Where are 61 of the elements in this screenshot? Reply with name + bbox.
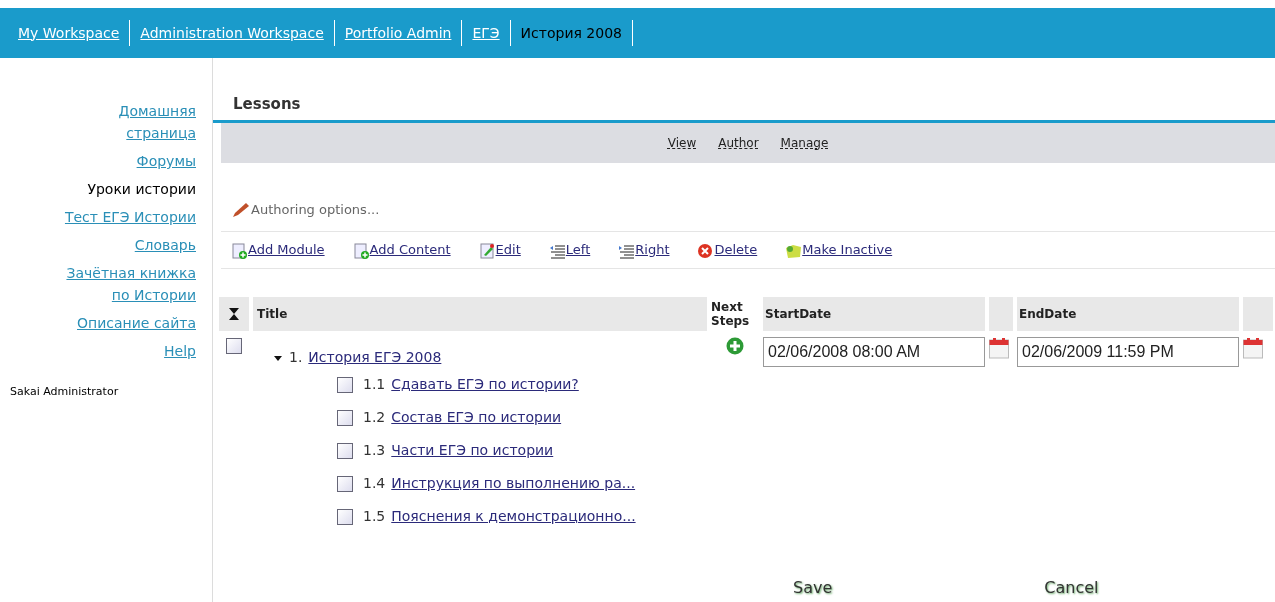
folder-icon xyxy=(785,242,803,260)
date-field[interactable]: 02/06/2008 08:00 AM xyxy=(763,337,985,367)
page-add-icon xyxy=(231,242,248,260)
checkbox[interactable] xyxy=(226,338,242,354)
item-number: 1.5 xyxy=(363,507,386,526)
page-edit-icon xyxy=(478,242,496,260)
sidebar-link[interactable]: Словарь xyxy=(134,234,196,256)
expand-arrow-icon[interactable] xyxy=(273,353,283,362)
add-icon[interactable] xyxy=(726,337,744,355)
checkbox[interactable] xyxy=(337,409,353,426)
lesson-link[interactable]: Части ЕГЭ по истории xyxy=(391,440,554,461)
lesson-link[interactable]: Сдавать ЕГЭ по истории? xyxy=(391,374,579,395)
checkbox[interactable] xyxy=(337,442,353,459)
lesson-link[interactable]: История ЕГЭ 2008 xyxy=(308,347,442,368)
item-number: 1. xyxy=(289,348,303,367)
form-button[interactable]: Save xyxy=(793,576,833,600)
checkbox[interactable] xyxy=(337,475,353,492)
toolbar-link[interactable]: Add Module xyxy=(231,240,325,260)
calendar-icon[interactable] xyxy=(1243,337,1263,359)
indent-icon xyxy=(618,242,636,260)
sidebar-link[interactable]: Форумы xyxy=(136,150,196,172)
sidebar-link[interactable]: Тест ЕГЭ Истории xyxy=(64,206,196,228)
checkbox[interactable] xyxy=(337,508,353,525)
item-number: 1.2 xyxy=(363,408,386,427)
nav-link[interactable]: View xyxy=(667,134,697,152)
lesson-link[interactable]: Инструкция по выполнению ра... xyxy=(391,473,636,494)
nav-link[interactable]: Manage xyxy=(780,134,829,152)
sort-icon[interactable] xyxy=(229,308,239,320)
sidebar-link[interactable]: Описание сайта xyxy=(77,312,196,334)
pencil-icon xyxy=(231,202,251,218)
item-number: 1.4 xyxy=(363,474,386,493)
toolbar-link[interactable]: Make Inactive xyxy=(785,240,893,260)
item-number: 1.1 xyxy=(363,375,386,394)
toolbar-link[interactable]: Left xyxy=(548,240,591,260)
column-header: StartDate xyxy=(765,306,832,323)
form-button[interactable]: Cancel xyxy=(1044,576,1099,600)
sidebar-link[interactable]: Зачётная книжка по Истории xyxy=(56,262,196,306)
toolbar-link[interactable]: Right xyxy=(618,240,670,260)
checkbox[interactable] xyxy=(337,376,353,393)
tool-title: Lessons xyxy=(232,95,301,113)
toolbar-link[interactable]: Add Content xyxy=(352,240,451,260)
outdent-icon xyxy=(548,242,566,260)
column-header: Title xyxy=(257,306,288,323)
nav-link[interactable]: Author xyxy=(718,134,759,152)
toolbar-link[interactable]: Delete xyxy=(697,240,758,260)
site-tab[interactable]: История 2008 xyxy=(510,22,632,44)
toolbar-link[interactable]: Edit xyxy=(478,240,521,260)
sidebar-link[interactable]: Help xyxy=(164,340,196,362)
authoring-options-text: Authoring options... xyxy=(251,201,380,220)
lesson-link[interactable]: Состав ЕГЭ по истории xyxy=(391,407,562,428)
date-field[interactable]: 02/06/2009 11:59 PM xyxy=(1017,337,1239,367)
calendar-icon[interactable] xyxy=(989,337,1009,359)
item-number: 1.3 xyxy=(363,441,386,460)
column-header: Next Steps xyxy=(711,300,751,328)
page-add-icon xyxy=(352,242,370,260)
sidebar-link[interactable]: Домашняя страница xyxy=(56,100,196,144)
sidebar-link[interactable]: Уроки истории xyxy=(87,178,196,200)
delete-icon xyxy=(697,242,715,260)
lesson-link[interactable]: Пояснения к демонстрационно... xyxy=(391,506,636,527)
column-header: EndDate xyxy=(1019,306,1077,323)
user-name: Sakai Administrator xyxy=(9,384,119,400)
